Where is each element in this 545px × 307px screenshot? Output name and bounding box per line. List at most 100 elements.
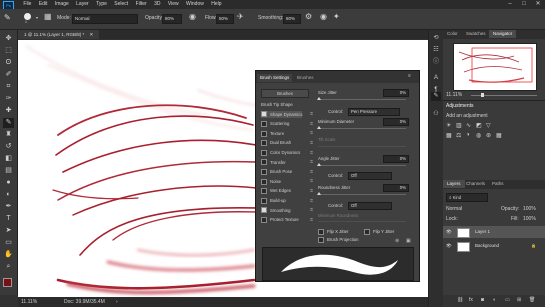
document-tab[interactable]: 1 @ 11.1% (Layer 1, RGB/8) * ✕ <box>18 30 100 39</box>
vibrance-icon[interactable]: ▽ <box>486 122 491 129</box>
brush-settings-panel-icon[interactable]: ▦ <box>44 13 52 21</box>
setting-lock-icon[interactable]: ⚿ <box>310 131 314 135</box>
flow-field[interactable]: 50% <box>216 14 234 24</box>
setting-lock-icon[interactable]: ⚿ <box>310 160 314 164</box>
brush-setting-row[interactable]: Brush Tip Shape <box>261 101 293 108</box>
chevron-down-icon[interactable]: ▾ <box>36 15 38 20</box>
flip-x-jitter[interactable]: Flip X Jitter <box>318 229 349 235</box>
tab-color[interactable]: Color <box>443 30 462 38</box>
new-layer-icon[interactable]: ⊞ <box>517 297 521 303</box>
menu-file[interactable]: File <box>23 0 31 9</box>
brush-setting-checkbox[interactable] <box>261 121 267 128</box>
roundness-jitter-slider-knob[interactable] <box>317 192 321 195</box>
lasso-tool-icon[interactable]: ʘ <box>3 58 14 68</box>
tab-brushes[interactable]: Brushes <box>294 74 317 82</box>
min-diameter-slider[interactable] <box>318 128 406 129</box>
brush-setting-checkbox[interactable] <box>261 140 267 147</box>
create-new-brush-icon[interactable]: ⊕ <box>395 238 399 244</box>
fill-value[interactable]: 100% <box>523 217 536 222</box>
size-control-select[interactable]: Pen Pressure <box>348 108 400 116</box>
character-icon[interactable]: A <box>431 74 441 83</box>
layer-row-background[interactable]: 👁 Background 🔒 <box>443 240 545 252</box>
exposure-icon[interactable]: ◩ <box>476 122 482 129</box>
size-jitter-slider[interactable] <box>318 99 406 100</box>
black-white-icon[interactable]: ◑ <box>466 132 470 138</box>
brush-setting-checkbox[interactable] <box>261 207 267 214</box>
size-jitter-slider-knob[interactable] <box>317 97 321 100</box>
airbrush-icon[interactable]: ✈ <box>237 13 244 21</box>
brush-setting-row[interactable]: Texture <box>261 130 284 137</box>
flip-y-jitter[interactable]: Flip Y Jitter <box>364 229 394 235</box>
brush-setting-row[interactable]: Brush Pose <box>261 168 292 176</box>
hue-saturation-icon[interactable]: ▦ <box>446 132 452 139</box>
move-tool-icon[interactable]: ✥ <box>3 34 14 44</box>
brush-tool-icon[interactable]: ✎ <box>4 14 11 22</box>
brush-setting-row[interactable]: Shape Dynamics <box>261 110 303 118</box>
path-selection-tool-icon[interactable]: ➤ <box>3 226 14 236</box>
layer-opacity-value[interactable]: 100% <box>523 207 536 212</box>
brush-projection[interactable]: Brush Projection <box>318 237 359 243</box>
menu-window[interactable]: Window <box>186 0 204 9</box>
crop-tool-icon[interactable]: ⌗ <box>3 82 14 92</box>
quick-select-tool-icon[interactable]: ✐ <box>3 70 14 80</box>
brush-settings-icon[interactable]: ✎ <box>431 92 441 101</box>
size-jitter-value[interactable]: 0% <box>383 89 409 97</box>
setting-lock-icon[interactable]: ⚿ <box>310 121 314 126</box>
history-icon[interactable]: ⟲ <box>431 34 441 43</box>
menu-3d[interactable]: 3D <box>154 0 160 9</box>
brush-setting-checkbox[interactable] <box>261 188 267 195</box>
blur-tool-icon[interactable]: ● <box>3 178 14 188</box>
setting-lock-icon[interactable]: ⚿ <box>310 140 314 145</box>
brush-projection-checkbox[interactable] <box>318 237 324 243</box>
flip-x-checkbox[interactable] <box>318 229 324 235</box>
setting-lock-icon[interactable]: ⚿ <box>310 169 314 174</box>
brush-setting-checkbox[interactable] <box>261 130 267 137</box>
menu-help[interactable]: Help <box>211 0 221 9</box>
maximize-button[interactable]: □ <box>517 0 531 9</box>
new-preset-icon[interactable]: ▣ <box>406 238 411 244</box>
angle-jitter-slider[interactable] <box>318 165 406 166</box>
layer-name[interactable]: Background <box>475 240 499 252</box>
min-diameter-slider-knob[interactable] <box>317 126 321 129</box>
setting-lock-icon[interactable]: ⚿ <box>310 198 314 203</box>
smoothing-field[interactable]: 80% <box>283 14 301 24</box>
curves-icon[interactable]: ∿ <box>466 122 471 129</box>
zoom-level[interactable]: 11.11% <box>21 300 37 305</box>
menu-select[interactable]: Select <box>114 0 128 9</box>
type-tool-icon[interactable]: T <box>3 214 14 224</box>
navigator-thumbnail[interactable] <box>453 43 537 91</box>
menu-type[interactable]: Type <box>96 0 107 9</box>
pressure-size-icon[interactable]: ◉ <box>320 13 327 21</box>
menu-view[interactable]: View <box>168 0 179 9</box>
folder-icon[interactable]: ▭ <box>505 297 510 303</box>
clone-stamp-tool-icon[interactable]: ♜ <box>3 130 14 140</box>
eyedropper-tool-icon[interactable]: ✑ <box>3 94 14 104</box>
close-tab-icon[interactable]: ✕ <box>90 32 94 37</box>
minimize-button[interactable]: – <box>503 0 517 9</box>
brush-setting-row[interactable]: Wet Edges <box>261 187 291 195</box>
brush-setting-row[interactable]: Noise <box>261 178 281 185</box>
tab-channels[interactable]: Channels <box>462 180 489 188</box>
brush-preset-picker[interactable]: 1 <box>22 12 34 24</box>
navigator-zoom[interactable]: 11.11% <box>446 93 462 98</box>
levels-icon[interactable]: ▥ <box>456 122 462 129</box>
brush-tool-icon[interactable]: ✎ <box>3 118 14 128</box>
foreground-color-swatch[interactable] <box>3 278 12 287</box>
blend-mode-select[interactable]: Normal <box>446 207 462 212</box>
visibility-eye-icon[interactable]: 👁 <box>446 226 452 238</box>
angle-control-select[interactable]: Off <box>348 172 392 180</box>
adjustment-layer-icon[interactable]: ◐ <box>493 297 496 303</box>
roundness-control-select[interactable]: Off <box>348 202 392 210</box>
setting-lock-icon[interactable]: ⚿ <box>310 112 314 116</box>
tab-swatches[interactable]: Swatches <box>462 30 490 38</box>
setting-lock-icon[interactable]: ⚿ <box>310 150 314 155</box>
brush-setting-row[interactable]: Color Dynamics <box>261 149 300 156</box>
link-layers-icon[interactable]: ⛓ <box>457 297 463 303</box>
marquee-tool-icon[interactable]: ⬚ <box>3 46 14 56</box>
navigator-zoom-knob[interactable] <box>481 93 484 97</box>
photo-filter-icon[interactable]: ◍ <box>476 132 481 139</box>
setting-lock-icon[interactable]: ⚿ <box>310 179 314 183</box>
hand-tool-icon[interactable]: ✋ <box>3 250 14 260</box>
zoom-tool-icon[interactable]: ⌕ <box>3 262 14 272</box>
menu-filter[interactable]: Filter <box>136 0 147 9</box>
